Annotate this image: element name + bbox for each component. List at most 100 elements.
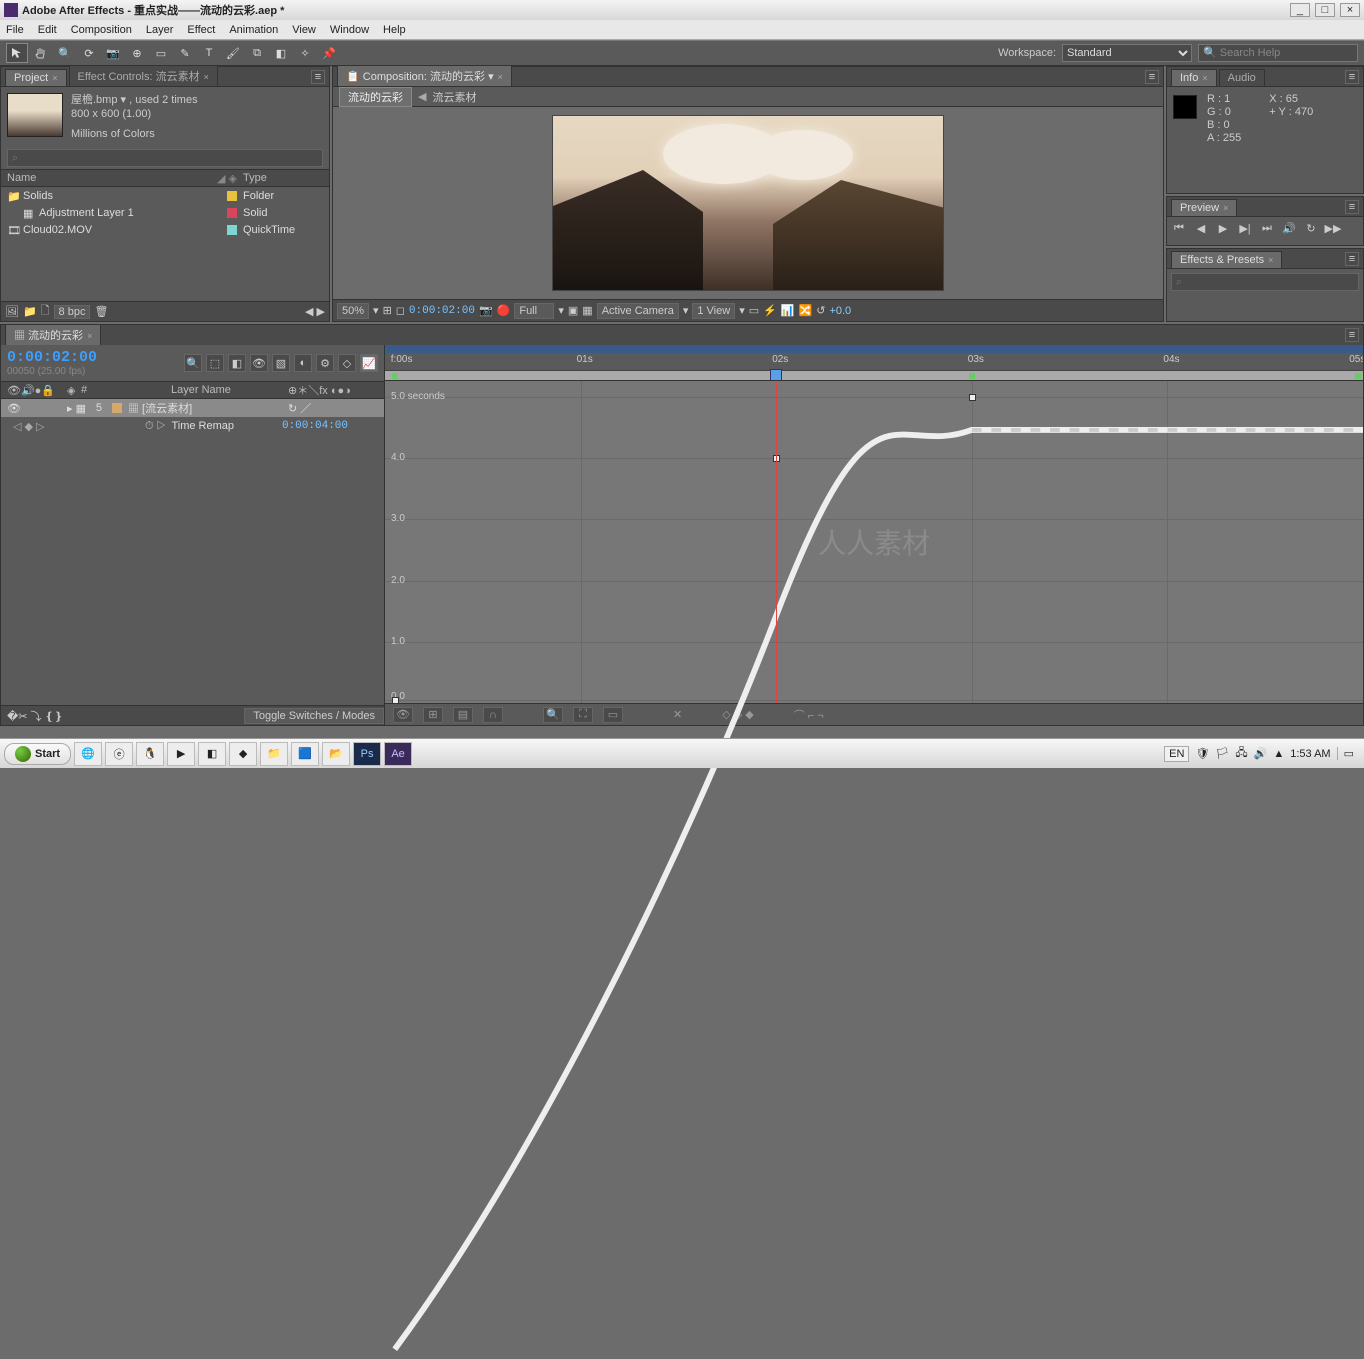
project-row-adjustment[interactable]: ▦ Adjustment Layer 1 Solid [1,204,329,221]
menu-effect[interactable]: Effect [187,24,215,36]
roto-tool[interactable]: ✧ [294,43,316,63]
panel-menu-icon[interactable]: ≡ [1145,70,1159,84]
puppet-tool[interactable]: 📌 [318,43,340,63]
keyframe[interactable] [969,394,976,401]
project-row-cloud02[interactable]: 🎞 Cloud02.MOV QuickTime [1,221,329,238]
project-row-solids[interactable]: 📁 Solids Folder [1,187,329,204]
help-search[interactable]: 🔍 Search Help [1198,44,1358,62]
mask-icon[interactable]: ◻ [396,304,405,317]
taskbar-app-icon[interactable]: ◧ [198,742,226,766]
tab-info[interactable]: Info× [1171,69,1217,86]
menu-layer[interactable]: Layer [146,24,174,36]
tab-composition[interactable]: 📋 Composition: 流动的云彩 ▾× [337,65,512,86]
minimize-button[interactable]: _ [1290,3,1310,17]
property-row[interactable]: ◁ ◆ ▷ ⏱ ▷ Time Remap 0:00:04:00 [1,417,384,435]
taskbar-qq-icon[interactable]: 🐧 [136,742,164,766]
stopwatch-icon[interactable]: ⏱ ▷ [145,420,165,433]
graph-editor[interactable]: f:00s 01s 02s 03s 04s 05s [385,345,1363,725]
fast-preview-icon[interactable]: ⚡ [763,304,777,317]
show-desktop-button[interactable]: ▭ [1337,747,1360,760]
eraser-tool[interactable]: ◧ [270,43,292,63]
pan-behind-tool[interactable]: ⊕ [126,43,148,63]
menu-composition[interactable]: Composition [71,24,132,36]
prev-frame-button[interactable]: ◀ [1193,221,1209,235]
start-button[interactable]: Start [4,743,71,765]
exposure-value[interactable]: +0.0 [829,305,851,317]
play-button[interactable]: ▶ [1215,221,1231,235]
audio-button[interactable]: 🔊 [1281,221,1297,235]
taskbar-photoshop-icon[interactable]: Ps [353,742,381,766]
menu-animation[interactable]: Animation [229,24,278,36]
taskbar-app-icon[interactable]: ▶ [167,742,195,766]
zoom-select[interactable]: 50% [337,303,369,319]
rect-tool[interactable]: ▭ [150,43,172,63]
panel-menu-icon[interactable]: ≡ [1345,200,1359,214]
time-ruler[interactable]: f:00s 01s 02s 03s 04s 05s [385,345,1363,381]
project-search[interactable] [7,149,323,167]
comp-breadcrumb-active[interactable]: 流动的云彩 [339,87,412,107]
new-comp-icon[interactable]: 🗋 [41,302,50,321]
brainstorm-icon[interactable]: ⚙ [316,354,334,372]
panel-menu-icon[interactable]: ≡ [311,70,325,84]
cti-head[interactable] [770,369,782,381]
tray-clock[interactable]: 1:53 AM [1290,748,1330,760]
keyframe-nav[interactable]: ◁ ◆ ▷ [7,420,55,433]
composition-viewer[interactable] [333,107,1163,299]
new-folder-icon[interactable]: 📁 [23,305,37,318]
current-time-display[interactable]: 0:00:02:00 [7,349,97,366]
first-frame-button[interactable]: ⏮ [1171,221,1187,235]
taskbar-aftereffects-icon[interactable]: Ae [384,742,412,766]
tray-shield-icon[interactable]: 🛡 [1195,747,1209,760]
tab-project[interactable]: Project× [5,69,67,86]
zoom-tool[interactable]: 🔍 [54,43,76,63]
panel-menu-icon[interactable]: ≡ [1345,328,1359,342]
tab-preview[interactable]: Preview× [1171,199,1237,216]
loop-button[interactable]: ↻ [1303,221,1319,235]
camera-tool[interactable]: 📷 [102,43,124,63]
tab-audio[interactable]: Audio [1219,69,1265,86]
tab-effect-controls[interactable]: Effect Controls: 流云素材× [69,65,218,86]
rotate-tool[interactable]: ⟳ [78,43,100,63]
effects-search[interactable] [1171,273,1359,291]
col-type[interactable]: Type [243,172,323,184]
layer-row[interactable]: 👁 ▸ ▦ 5 ▦ [流云素材] ↻ ／ [1,399,384,417]
draft3d-icon[interactable]: ◧ [228,354,246,372]
last-frame-button[interactable]: ⏭ [1259,221,1275,235]
panel-menu-icon[interactable]: ≡ [1345,70,1359,84]
motion-blur-icon[interactable]: ◐ [294,354,312,372]
workspace-select[interactable]: Standard [1062,44,1192,62]
maximize-button[interactable]: □ [1315,3,1335,17]
clone-tool[interactable]: ⧉ [246,43,268,63]
type-tool[interactable]: T [198,43,220,63]
menu-file[interactable]: File [6,24,24,36]
hand-tool[interactable] [30,43,52,63]
panel-menu-icon[interactable]: ≡ [1345,252,1359,266]
auto-keyframe-icon[interactable]: ◇ [338,354,356,372]
next-frame-button[interactable]: ▶| [1237,221,1253,235]
taskbar-app-icon[interactable]: 🟦 [291,742,319,766]
timecode-display[interactable]: 0:00:02:00 [409,305,475,317]
menu-window[interactable]: Window [330,24,369,36]
menu-help[interactable]: Help [383,24,406,36]
reset-exposure-icon[interactable]: ↺ [816,304,825,317]
menu-view[interactable]: View [292,24,316,36]
keyframe[interactable] [392,697,399,704]
camera-select[interactable]: Active Camera [597,303,679,319]
pixel-aspect-icon[interactable]: ▭ [749,304,759,317]
comp-breadcrumb-item[interactable]: 流云素材 [432,89,476,105]
toggle-switches-modes[interactable]: Toggle Switches / Modes [244,708,384,724]
time-remap-value[interactable]: 0:00:04:00 [282,420,378,432]
channel-icon[interactable]: 🔴 [497,304,511,317]
taskbar-explorer-icon[interactable]: 📂 [322,742,350,766]
menu-edit[interactable]: Edit [38,24,57,36]
col-name[interactable]: Name [7,172,217,184]
transparency-icon[interactable]: ▦ [582,304,592,317]
col-layer-name[interactable]: Layer Name [171,384,288,396]
tray-expand-icon[interactable]: ▲ [1273,748,1284,760]
brush-tool[interactable]: 🖌 [222,43,244,63]
roi-icon[interactable]: ▣ [568,304,578,317]
selection-tool[interactable] [6,43,28,63]
views-select[interactable]: 1 View [692,303,735,319]
tray-flag-icon[interactable]: 🏳 [1215,747,1229,760]
hide-shy-icon[interactable]: 👁 [250,354,268,372]
